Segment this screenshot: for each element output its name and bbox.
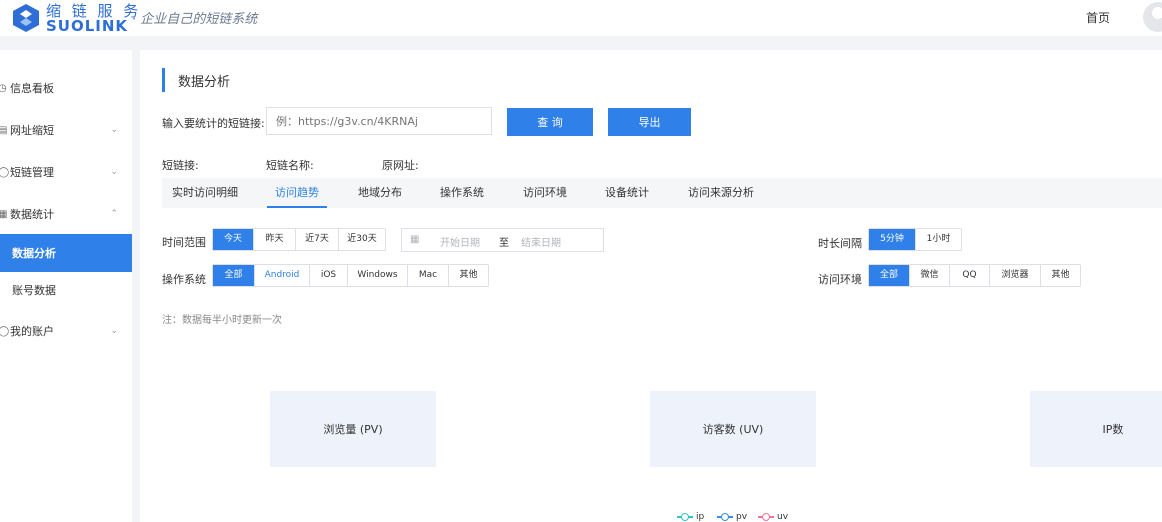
interval-label: 时长间隔 — [818, 237, 862, 250]
os-option-mac[interactable]: Mac — [407, 265, 448, 286]
sidebar-item-shorten[interactable]: ▤ 网址缩短 ⌄ — [0, 111, 132, 149]
sidebar-item-my-account[interactable]: ◯ 我的账户 ⌄ — [0, 312, 132, 350]
date-range-picker[interactable]: ▦ 开始日期 至 结束日期 — [401, 228, 604, 252]
analysis-tabs: 实时访问明细 访问趋势 地域分布 操作系统 访问环境 设备统计 访问来源分析 — [162, 178, 1162, 208]
page-icon: ▤ — [0, 124, 8, 136]
sidebar-item-label: 网址缩短 — [10, 124, 54, 137]
os-option-windows[interactable]: Windows — [347, 265, 407, 286]
legend-label: uv — [777, 512, 789, 522]
clock-icon: ◷ — [0, 82, 7, 94]
legend-marker-icon — [677, 513, 693, 521]
tab-device[interactable]: 设备统计 — [605, 178, 649, 208]
tab-source[interactable]: 访问来源分析 — [688, 178, 754, 208]
sidebar: ◷ 信息看板 ▤ 网址缩短 ⌄ ◯ 短链管理 ⌄ ▦ 数据统计 ⌃ 数据分析 账… — [0, 50, 132, 522]
os-option-other[interactable]: 其他 — [448, 265, 488, 286]
short-link-input-label: 输入要统计的短链接: — [162, 117, 265, 130]
pv-stat-card: 浏览量 (PV) — [270, 391, 436, 467]
ip-stat-card: IP数 — [1030, 391, 1162, 467]
time-option-7days[interactable]: 近7天 — [295, 229, 338, 250]
env-option-qq[interactable]: QQ — [949, 265, 989, 286]
env-option-all[interactable]: 全部 — [869, 265, 909, 286]
tab-region[interactable]: 地域分布 — [358, 178, 402, 208]
tab-os[interactable]: 操作系统 — [440, 178, 484, 208]
chart-legend-item-pv[interactable]: pv — [717, 512, 747, 522]
origin-url-info-label: 原网址: — [382, 159, 419, 172]
env-option-other[interactable]: 其他 — [1040, 265, 1080, 286]
legend-marker-icon — [717, 513, 733, 521]
chevron-down-icon: ⌄ — [110, 167, 118, 177]
main-panel: 数据分析 输入要统计的短链接: 查 询 导出 短链接: 短链名称: 原网址: 实… — [140, 50, 1162, 522]
chevron-down-icon: ⌄ — [110, 326, 118, 336]
chevron-down-icon: ⌄ — [110, 125, 118, 135]
time-range-label: 时间范围 — [162, 236, 206, 249]
short-link-input[interactable] — [266, 107, 492, 135]
os-option-ios[interactable]: iOS — [309, 265, 347, 286]
short-name-info-label: 短链名称: — [266, 159, 314, 172]
time-range-selector: 今天 昨天 近7天 近30天 — [212, 228, 386, 251]
user-icon: ◯ — [0, 325, 10, 337]
title-accent-bar — [162, 68, 165, 92]
brand-slogan: · 企业自己的短链系统 — [132, 12, 258, 27]
interval-selector: 5分钟 1小时 — [868, 228, 962, 251]
sidebar-item-label: 短链管理 — [10, 166, 54, 179]
suolink-logo-icon[interactable] — [10, 2, 42, 34]
time-option-yesterday[interactable]: 昨天 — [253, 229, 295, 250]
sidebar-item-statistics[interactable]: ▦ 数据统计 ⌃ — [0, 195, 132, 233]
uv-stat-card: 访客数 (UV) — [650, 391, 816, 467]
env-option-browser[interactable]: 浏览器 — [989, 265, 1040, 286]
legend-label: ip — [696, 512, 705, 522]
sidebar-item-link-manage[interactable]: ◯ 短链管理 ⌄ — [0, 153, 132, 191]
user-avatar[interactable] — [1143, 2, 1162, 32]
sidebar-item-label: 数据分析 — [12, 247, 56, 260]
legend-label: pv — [736, 512, 748, 522]
interval-option-1hour[interactable]: 1小时 — [915, 229, 961, 250]
sidebar-item-data-analysis[interactable]: 数据分析 — [0, 234, 132, 272]
update-note: 注：数据每半小时更新一次 — [162, 315, 282, 326]
top-header: 缩 链 服 务 SUOLINK · 企业自己的短链系统 首页 — [0, 0, 1162, 36]
os-selector: 全部 Android iOS Windows Mac 其他 — [212, 264, 489, 287]
sidebar-item-label: 数据统计 — [10, 208, 54, 221]
time-option-today[interactable]: 今天 — [213, 229, 253, 250]
export-button[interactable]: 导出 — [608, 108, 691, 136]
environment-selector: 全部 微信 QQ 浏览器 其他 — [868, 264, 1081, 287]
sidebar-item-label: 我的账户 — [10, 325, 54, 338]
chart-legend-item-ip[interactable]: ip — [677, 512, 704, 522]
stat-card-label: 浏览量 (PV) — [323, 423, 383, 436]
short-link-info-label: 短链接: — [162, 159, 199, 172]
time-option-30days[interactable]: 近30天 — [338, 229, 385, 250]
stats-icon: ▦ — [0, 208, 8, 220]
os-option-all[interactable]: 全部 — [213, 265, 254, 286]
interval-option-5min[interactable]: 5分钟 — [869, 229, 915, 250]
tab-visit-trend[interactable]: 访问趋势 — [267, 178, 327, 208]
os-label: 操作系统 — [162, 273, 206, 286]
chevron-up-icon: ⌃ — [110, 209, 118, 219]
sidebar-item-dashboard[interactable]: ◷ 信息看板 — [0, 69, 132, 107]
brand-name-en: SUOLINK — [46, 17, 129, 35]
stat-card-label: 访客数 (UV) — [702, 423, 764, 436]
nav-home-link[interactable]: 首页 — [1086, 9, 1110, 26]
chart-legend-item-uv[interactable]: uv — [758, 512, 788, 522]
legend-marker-icon — [758, 513, 774, 521]
tab-environment[interactable]: 访问环境 — [523, 178, 567, 208]
sidebar-item-label: 信息看板 — [10, 82, 54, 95]
start-date-input[interactable]: 开始日期 — [440, 234, 480, 249]
link-icon: ◯ — [0, 166, 10, 178]
end-date-input[interactable]: 结束日期 — [521, 234, 561, 249]
query-button[interactable]: 查 询 — [507, 108, 593, 136]
calendar-icon: ▦ — [410, 234, 420, 245]
env-option-wechat[interactable]: 微信 — [909, 265, 949, 286]
environment-label: 访问环境 — [818, 273, 862, 286]
sidebar-item-account-data[interactable]: 账号数据 — [0, 271, 132, 309]
tab-realtime-detail[interactable]: 实时访问明细 — [172, 178, 238, 208]
page-title: 数据分析 — [178, 75, 231, 90]
sidebar-item-label: 账号数据 — [12, 284, 56, 297]
os-option-android[interactable]: Android — [254, 265, 309, 286]
stat-card-label: IP数 — [1102, 423, 1124, 436]
date-separator: 至 — [499, 238, 509, 249]
